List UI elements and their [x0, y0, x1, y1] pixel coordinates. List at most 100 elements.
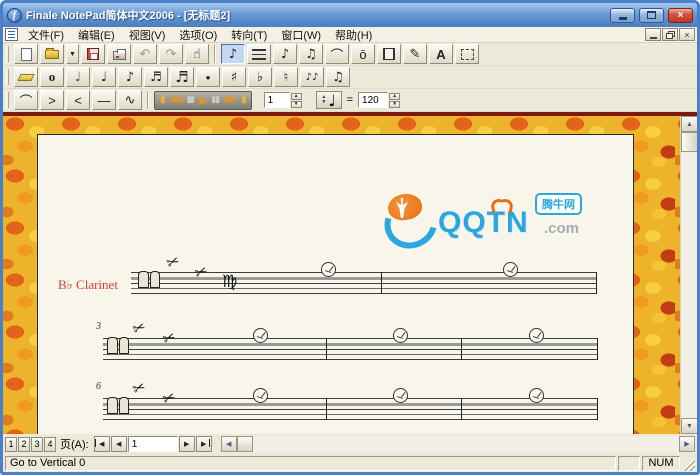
horizontal-scroll-track[interactable] [253, 436, 679, 452]
previous-page-button[interactable]: ◀ [111, 436, 127, 452]
eighth-note-button[interactable]: ♪ [118, 67, 142, 87]
staff-system-1[interactable]: ✂ ✂ ♍ [131, 272, 597, 294]
staff-system-2[interactable]: ✂ ✂ [103, 338, 598, 360]
pause-button[interactable]: ▮▮ [211, 96, 219, 105]
text-tool-button[interactable]: A [429, 44, 453, 64]
tempo-note-button[interactable]: ▲ ▼ ♩ [316, 91, 342, 109]
menu-transpose[interactable]: 转向(T) [225, 26, 273, 44]
thirtysecond-note-button[interactable]: ♬ [170, 67, 194, 87]
selection-tool-button[interactable] [455, 44, 479, 64]
mdi-restore-button[interactable] [662, 28, 678, 41]
whole-note-button[interactable]: o [40, 67, 64, 87]
menu-options[interactable]: 选项(O) [173, 26, 223, 44]
key-scissors-glyph: ✂ [193, 263, 210, 282]
note-icon: ♪ [281, 47, 289, 62]
maximize-button[interactable] [639, 8, 664, 23]
measure-input[interactable] [264, 92, 290, 108]
barline [326, 338, 327, 360]
staff-tool-button[interactable] [247, 44, 271, 64]
toolbar-grip[interactable] [6, 46, 9, 62]
horizontal-scrollbar[interactable]: ◀ ▶ [221, 436, 695, 453]
toolbar-grip[interactable] [6, 69, 9, 85]
horizontal-scroll-thumb[interactable] [237, 436, 253, 452]
last-page-button[interactable]: ▶ [196, 436, 212, 452]
decrescendo-button[interactable]: > [40, 90, 64, 110]
first-page-icon: ◀ [99, 440, 104, 448]
new-document-button[interactable] [14, 44, 38, 64]
go-to-start-button[interactable]: ▮ [160, 95, 165, 105]
last-page-icon: ▶ [201, 440, 206, 448]
sharp-button[interactable]: ♯ [222, 67, 246, 87]
redo-button[interactable]: ↷ [159, 44, 183, 64]
scroll-left-button[interactable]: ◀ [221, 436, 237, 452]
undo-button[interactable]: ↶ [133, 44, 157, 64]
tempo-spin-up[interactable]: ▲ [389, 93, 400, 100]
menu-file[interactable]: 文件(F) [22, 26, 70, 44]
hand-grabber-tool-button[interactable]: ☝ [185, 44, 209, 64]
slur-shape-button[interactable]: ⌒ [14, 90, 38, 110]
document-icon[interactable] [5, 28, 18, 41]
menu-view[interactable]: 视图(V) [123, 26, 172, 44]
close-button[interactable]: × [668, 8, 693, 23]
go-to-end-button[interactable]: ▮ [241, 95, 246, 105]
menu-help[interactable]: 帮助(H) [329, 26, 378, 44]
measure-spin-up[interactable]: ▲ [291, 93, 302, 100]
scroll-up-button[interactable]: ▲ [681, 116, 697, 132]
first-page-button[interactable]: ◀ [94, 436, 110, 452]
whole-note-icon: o [49, 69, 56, 85]
smart-shape-tool-button[interactable]: ⌒ [325, 44, 349, 64]
crescendo-button[interactable]: < [66, 90, 90, 110]
print-button[interactable] [107, 44, 131, 64]
tempo-input[interactable] [358, 92, 388, 108]
line-shape-button[interactable]: — [92, 90, 116, 110]
staff-system-3[interactable]: ✂ ✂ [103, 398, 598, 420]
page-number-input[interactable] [128, 436, 178, 452]
scroll-right-button[interactable]: ▶ [679, 436, 695, 452]
play-button[interactable]: ▶ [199, 95, 206, 106]
note-entry-tool-button[interactable]: ♪ [273, 44, 297, 64]
menu-edit[interactable]: 编辑(E) [72, 26, 121, 44]
qqtn-horns-icon [491, 199, 513, 211]
measure-spin-down[interactable]: ▼ [291, 101, 302, 108]
menu-window[interactable]: 窗口(W) [275, 26, 327, 44]
tempo-spin-down[interactable]: ▼ [389, 101, 400, 108]
slur-icon: ⌒ [330, 45, 343, 64]
flat-button[interactable]: ♭ [248, 67, 272, 87]
stop-button[interactable]: ■ [186, 96, 194, 105]
half-note-button[interactable]: ♩ [66, 67, 90, 87]
page-button-2[interactable]: 2 [18, 437, 30, 452]
vertical-scroll-thumb[interactable] [681, 132, 697, 152]
qqtn-suffix-text: .com [544, 220, 579, 237]
vertical-scroll-track[interactable] [681, 152, 697, 418]
page-button-1[interactable]: 1 [5, 437, 17, 452]
save-button[interactable] [81, 44, 105, 64]
fast-forward-button[interactable]: ▶▶ [224, 96, 236, 105]
next-page-button[interactable]: ▶ [179, 436, 195, 452]
curve-shape-button[interactable]: ∿ [118, 90, 142, 110]
open-dropdown-button[interactable]: ▼ [66, 44, 79, 64]
lyrics-tool-button[interactable]: ✎ [403, 44, 427, 64]
resize-grip[interactable] [682, 458, 695, 471]
vertical-scrollbar[interactable]: ▲ ▼ [680, 116, 697, 434]
mdi-minimize-button[interactable] [645, 28, 661, 41]
natural-button[interactable]: ♮ [274, 67, 298, 87]
tuplet-tool-button[interactable]: ♫ [299, 44, 323, 64]
toolbar-grip[interactable] [6, 92, 9, 108]
open-button[interactable] [40, 44, 64, 64]
eraser-tool-button[interactable] [14, 67, 38, 87]
page-button-3[interactable]: 3 [31, 437, 43, 452]
mdi-close-button[interactable]: × [679, 28, 695, 41]
articulation-tool-button[interactable]: ō [351, 44, 375, 64]
triplet-button[interactable]: ♫ [326, 67, 350, 87]
sixteenth-note-button[interactable]: ♬ [144, 67, 168, 87]
rewind-button[interactable]: ◀◀ [170, 96, 182, 105]
measure-tool-button[interactable] [377, 44, 401, 64]
scroll-down-button[interactable]: ▼ [681, 418, 697, 434]
quarter-note-button[interactable]: ♩ [92, 67, 116, 87]
score-page[interactable]: QQTN .com 腾牛网 B♭ Clarinet ✂ ✂ ♍ 3 [37, 134, 634, 434]
page-button-4[interactable]: 4 [44, 437, 56, 452]
tie-button[interactable]: ♪♪ [300, 67, 324, 87]
minimize-button[interactable] [610, 8, 635, 23]
simple-entry-tool-button[interactable]: ♪ [221, 44, 245, 64]
augmentation-dot-button[interactable]: • [196, 67, 220, 87]
